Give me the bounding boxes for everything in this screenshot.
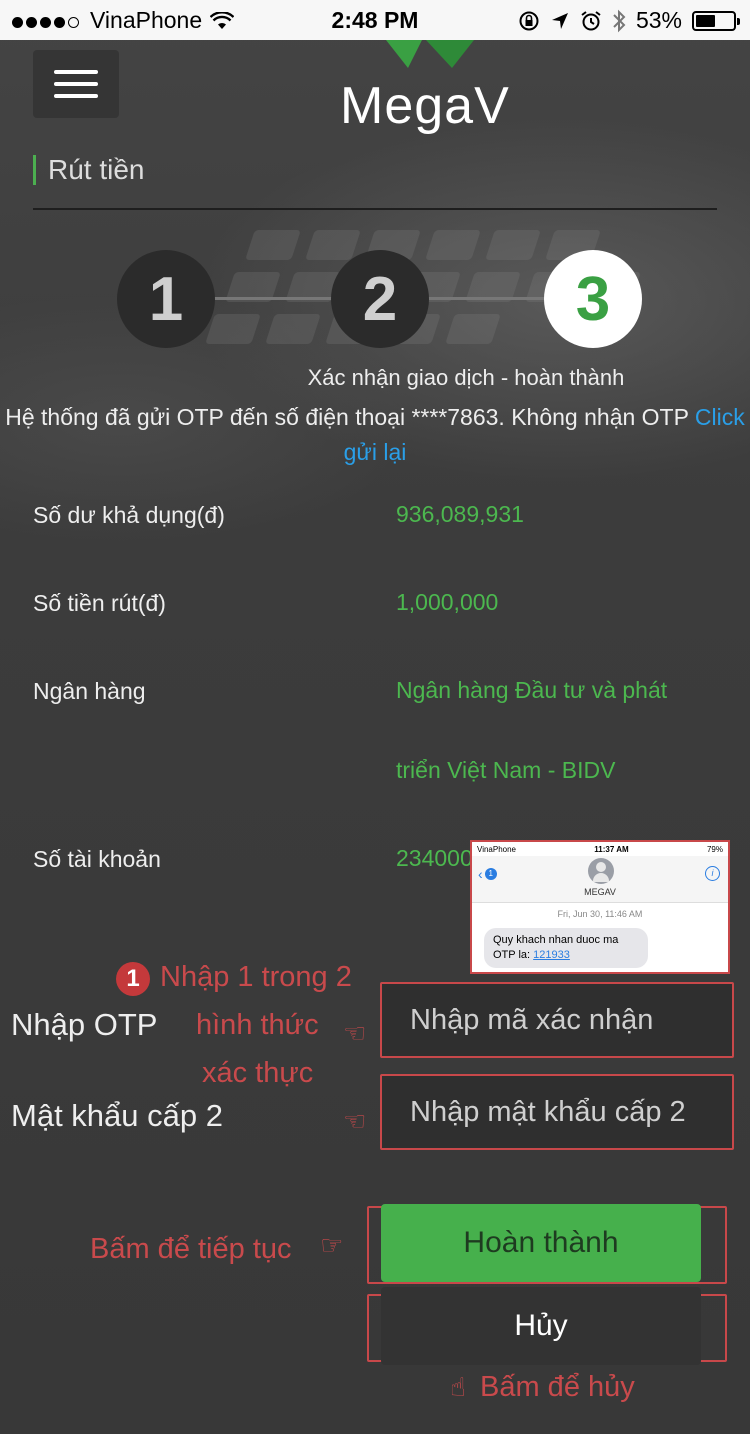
sms-carrier: VinaPhone xyxy=(477,844,516,854)
annotation-cancel: Bấm để hủy xyxy=(480,1371,635,1403)
annotation-auth-line3: xác thực xyxy=(202,1057,314,1089)
sms-status-bar: VinaPhone 11:37 AM 79% xyxy=(472,842,728,856)
pin-field-wrapper xyxy=(380,1074,734,1150)
sms-battery: 79% xyxy=(706,844,723,854)
divider xyxy=(33,208,717,210)
pointing-hand-icon: ☜ xyxy=(343,1018,367,1048)
hamburger-icon-bar xyxy=(54,82,98,86)
contact-avatar-icon xyxy=(588,858,614,884)
sms-sender: MEGAV xyxy=(584,887,616,897)
otp-field-wrapper xyxy=(380,982,734,1058)
menu-button[interactable] xyxy=(33,50,119,118)
back-chevron-icon: ‹ xyxy=(478,866,483,882)
step-caption: Xác nhận giao dịch - hoàn thành xyxy=(307,365,625,390)
status-bar: VinaPhone 2:48 PM 53% xyxy=(0,0,750,40)
bluetooth-icon xyxy=(613,9,626,32)
amount-value: 1,000,000 xyxy=(396,589,499,615)
battery-icon xyxy=(692,10,740,31)
balance-value: 936,089,931 xyxy=(396,501,524,527)
battery-fill xyxy=(696,14,715,27)
complete-button[interactable]: Hoàn thành xyxy=(381,1204,701,1282)
megav-logo: MegaV xyxy=(340,40,530,140)
annotation-auth-line2: hình thức xyxy=(196,1009,319,1041)
annotation-number-badge: 1 xyxy=(116,962,150,996)
amount-label: Số tiền rút(đ) xyxy=(33,590,166,616)
sms-date: Fri, Jun 30, 11:46 AM xyxy=(557,909,643,919)
sms-header: ‹ 1 MEGAV i xyxy=(472,856,728,903)
step-3-active: 3 xyxy=(544,250,642,348)
otp-notice: Hệ thống đã gửi OTP đến số điện thoại **… xyxy=(0,400,750,470)
hamburger-icon xyxy=(54,70,98,74)
pointing-hand-right-icon: ☞ xyxy=(320,1230,344,1260)
bank-label: Ngân hàng xyxy=(33,678,146,704)
sms-preview: VinaPhone 11:37 AM 79% ‹ 1 MEGAV i Fri, J… xyxy=(470,840,730,974)
otp-code-link: 121933 xyxy=(533,949,570,961)
location-icon xyxy=(551,12,568,29)
otp-input[interactable] xyxy=(382,984,732,1056)
annotation-continue: Bấm để tiếp tục xyxy=(90,1233,292,1265)
step-2: 2 xyxy=(331,250,429,348)
sms-bubble: Quy khach nhan duoc ma OTP la: 121933 xyxy=(484,928,648,968)
otp-notice-text: Hệ thống đã gửi OTP đến số điện thoại **… xyxy=(5,404,689,430)
pointing-hand-icon: ☜ xyxy=(343,1106,367,1136)
otp-label: Nhập OTP xyxy=(11,1007,158,1042)
sms-back-button: ‹ 1 xyxy=(478,866,497,882)
page-title: Rút tiền xyxy=(33,155,145,185)
pointing-hand-up-icon: ☝ xyxy=(450,1372,466,1402)
step-1: 1 xyxy=(117,250,215,348)
balance-label: Số dư khả dụng(đ) xyxy=(33,502,225,528)
alarm-icon xyxy=(581,10,601,30)
bank-value: Ngân hàng Đầu tư và phát triển Việt Nam … xyxy=(396,677,668,783)
info-icon: i xyxy=(705,866,720,881)
annotation-auth-line1: Nhập 1 trong 2 xyxy=(160,961,352,993)
battery-percent: 53% xyxy=(635,7,682,33)
logo-mark-icon xyxy=(386,40,474,68)
rotation-lock-icon xyxy=(519,11,539,30)
account-label: Số tài khoản xyxy=(33,846,161,872)
sms-time: 11:37 AM xyxy=(594,844,629,854)
unread-count-badge: 1 xyxy=(484,868,497,880)
cancel-button[interactable]: Hủy xyxy=(381,1287,701,1365)
hamburger-icon-bar xyxy=(54,94,98,98)
pin-input[interactable] xyxy=(382,1076,732,1148)
pin-label: Mật khẩu cấp 2 xyxy=(11,1098,223,1133)
keyboard-texture xyxy=(205,190,730,390)
logo-text: MegaV xyxy=(340,77,510,135)
